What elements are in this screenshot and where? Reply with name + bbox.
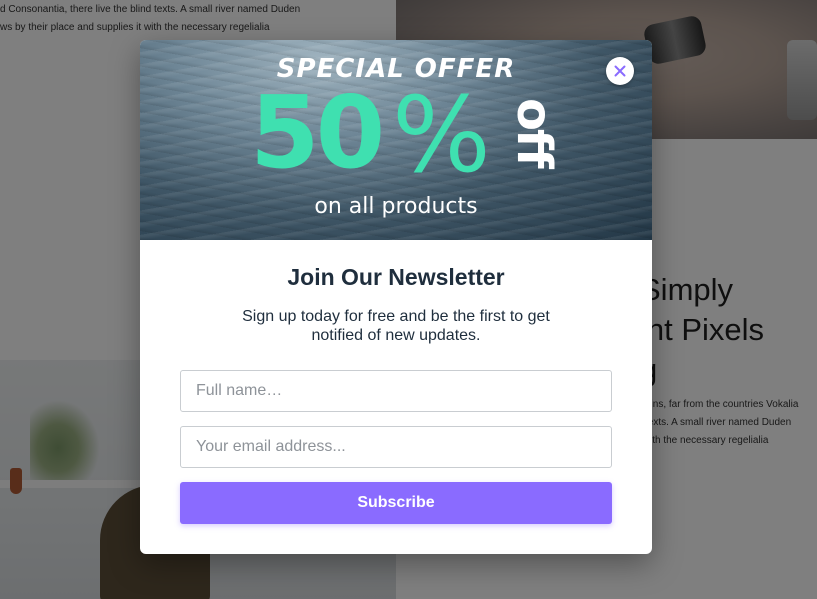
banner-percent-sign: % (392, 74, 491, 196)
newsletter-description: Sign up today for free and be the first … (242, 308, 550, 344)
newsletter-popup: SPECIAL OFFER 50 % off on all products J… (140, 40, 652, 554)
banner-off-wrapper: off (506, 98, 562, 188)
close-button[interactable] (606, 57, 634, 85)
newsletter-title: Join Our Newsletter (287, 264, 505, 290)
email-input[interactable] (180, 426, 612, 468)
subscribe-button[interactable]: Subscribe (180, 482, 612, 524)
offer-banner: SPECIAL OFFER 50 % off on all products (140, 40, 652, 240)
banner-off: off (506, 98, 562, 167)
close-icon (614, 65, 626, 77)
full-name-input[interactable] (180, 370, 612, 412)
banner-subline: on all products (314, 194, 478, 219)
banner-amount: 50 (250, 74, 385, 191)
